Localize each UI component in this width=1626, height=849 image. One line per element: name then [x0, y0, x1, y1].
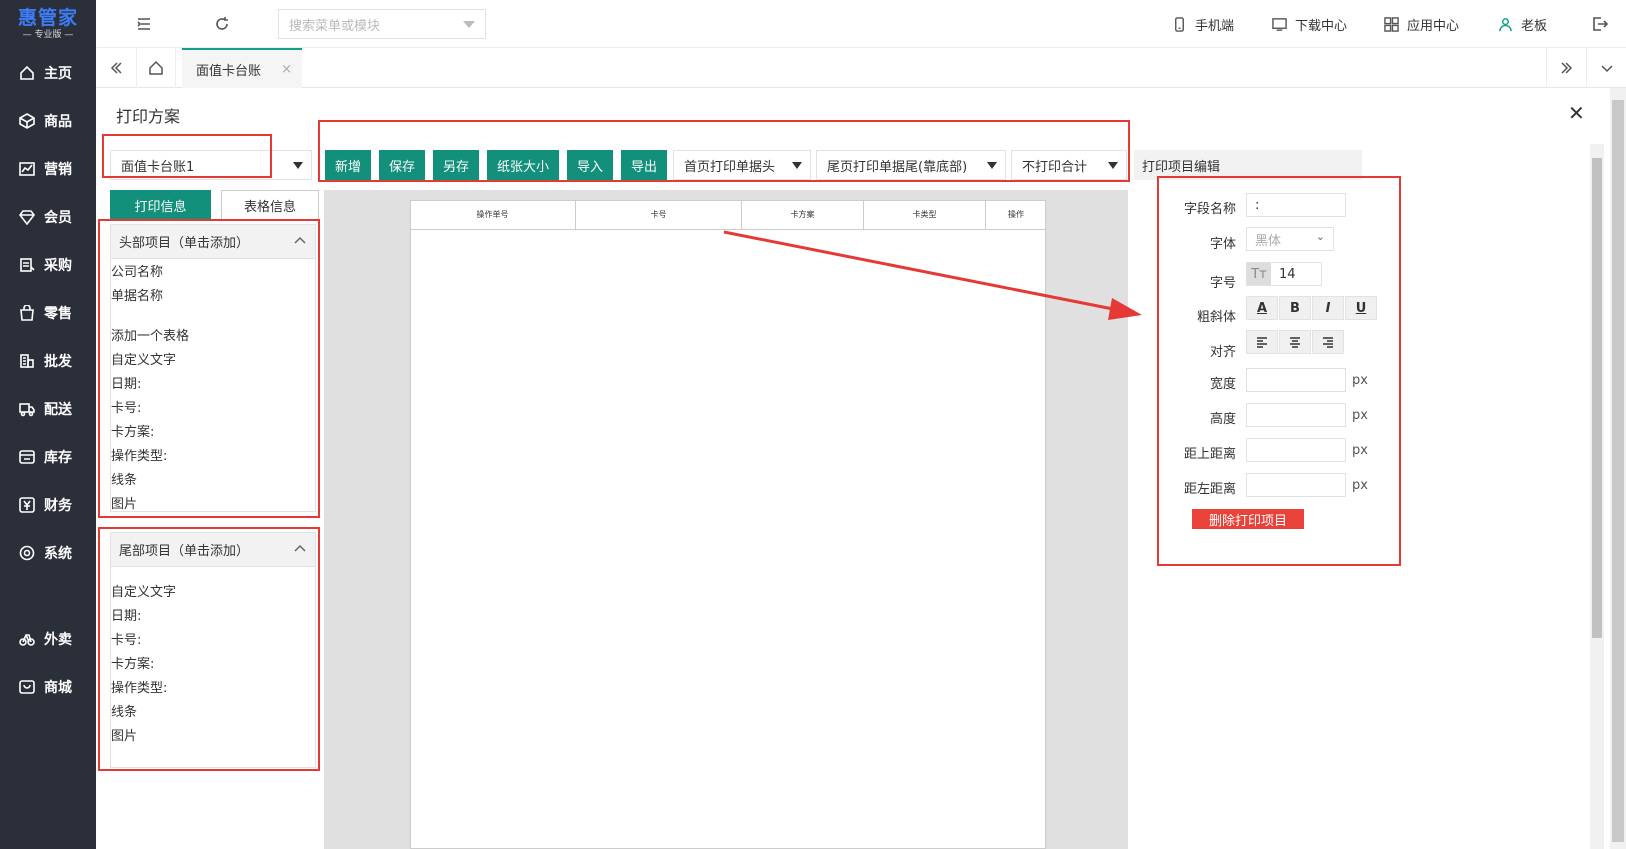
truck-icon	[18, 400, 36, 418]
nav-marketing[interactable]: 营销	[0, 154, 96, 184]
logout-icon[interactable]	[1590, 14, 1610, 34]
tab-bar: 面值卡台账 ×	[96, 48, 1626, 88]
tab-scroll-left-icon[interactable]	[96, 48, 136, 88]
nav-finance[interactable]: 财务	[0, 490, 96, 520]
print-paper[interactable]	[410, 200, 1046, 849]
refresh-icon[interactable]	[212, 14, 232, 34]
user-icon	[1499, 18, 1512, 32]
annotation-box-toolbar	[318, 120, 1130, 182]
gear-icon	[18, 544, 36, 562]
table-header-cell[interactable]: 操作单号	[410, 200, 576, 230]
table-header-cell[interactable]: 卡类型	[864, 200, 986, 230]
download-center-link[interactable]: 下载中心	[1272, 15, 1347, 34]
mobile-link[interactable]: 手机端	[1172, 15, 1234, 34]
bag-icon	[18, 304, 36, 322]
panel-scrollbar-thumb[interactable]	[1592, 158, 1602, 638]
building-icon	[18, 352, 36, 370]
nav-home[interactable]: 主页	[0, 58, 96, 88]
user-link[interactable]: 老板	[1498, 15, 1547, 34]
nav-goods[interactable]: 商品	[0, 106, 96, 136]
apps-icon	[1384, 17, 1399, 32]
annotation-box-editor	[1157, 176, 1401, 566]
purchase-icon	[18, 256, 36, 274]
home-tab-icon[interactable]	[136, 48, 176, 88]
table-header-cell[interactable]: 卡方案	[742, 200, 864, 230]
tab-scroll-right-icon[interactable]	[1546, 48, 1586, 88]
menu-search-input[interactable]: 搜索菜单或模块	[278, 9, 486, 39]
tab-card-ledger[interactable]: 面值卡台账 ×	[182, 48, 302, 88]
logo-sub: — 专业版 —	[22, 30, 74, 40]
diamond-icon	[18, 208, 36, 226]
table-header-cell[interactable]: 操作	[986, 200, 1046, 230]
nav-retail[interactable]: 零售	[0, 298, 96, 328]
tab-menu-chevron-icon[interactable]	[1586, 48, 1626, 88]
chart-icon	[18, 160, 36, 178]
menu-toggle-icon[interactable]	[134, 14, 154, 34]
close-icon[interactable]: ✕	[1568, 101, 1585, 125]
nav-delivery[interactable]: 配送	[0, 394, 96, 424]
yen-icon	[18, 496, 36, 514]
nav-purchase[interactable]: 采购	[0, 250, 96, 280]
box-icon	[18, 112, 36, 130]
home-icon	[18, 64, 36, 82]
store-icon	[18, 678, 36, 696]
nav-mall[interactable]: 商城	[0, 672, 96, 702]
nav-wholesale[interactable]: 批发	[0, 346, 96, 376]
bike-icon	[18, 630, 36, 648]
phone-icon	[1175, 17, 1184, 32]
tab-table-info[interactable]: 表格信息	[221, 190, 319, 220]
chevron-down-icon	[463, 21, 475, 28]
annotation-box-header-items	[98, 219, 320, 518]
app-center-link[interactable]: 应用中心	[1384, 15, 1459, 34]
download-icon	[1272, 18, 1287, 31]
tab-print-info[interactable]: 打印信息	[110, 190, 211, 220]
logo-name: 惠管家	[17, 7, 78, 29]
warehouse-icon	[18, 448, 36, 466]
panel-title: 打印方案	[116, 107, 181, 126]
page-scrollbar-thumb[interactable]	[1612, 100, 1624, 842]
annotation-box-scheme	[102, 134, 272, 178]
nav-takeout[interactable]: 外卖	[0, 624, 96, 654]
nav-inventory[interactable]: 库存	[0, 442, 96, 472]
nav-system[interactable]: 系统	[0, 538, 96, 568]
annotation-box-footer-items	[98, 527, 320, 771]
logo[interactable]: 惠管家 — 专业版 —	[0, 0, 96, 48]
close-tab-icon[interactable]: ×	[281, 62, 292, 77]
top-bar: 搜索菜单或模块 手机端 下载中心 应用中心 老板	[96, 0, 1626, 48]
table-header-cell[interactable]: 卡号	[576, 200, 742, 230]
chevron-down-icon	[293, 162, 303, 169]
nav-member[interactable]: 会员	[0, 202, 96, 232]
